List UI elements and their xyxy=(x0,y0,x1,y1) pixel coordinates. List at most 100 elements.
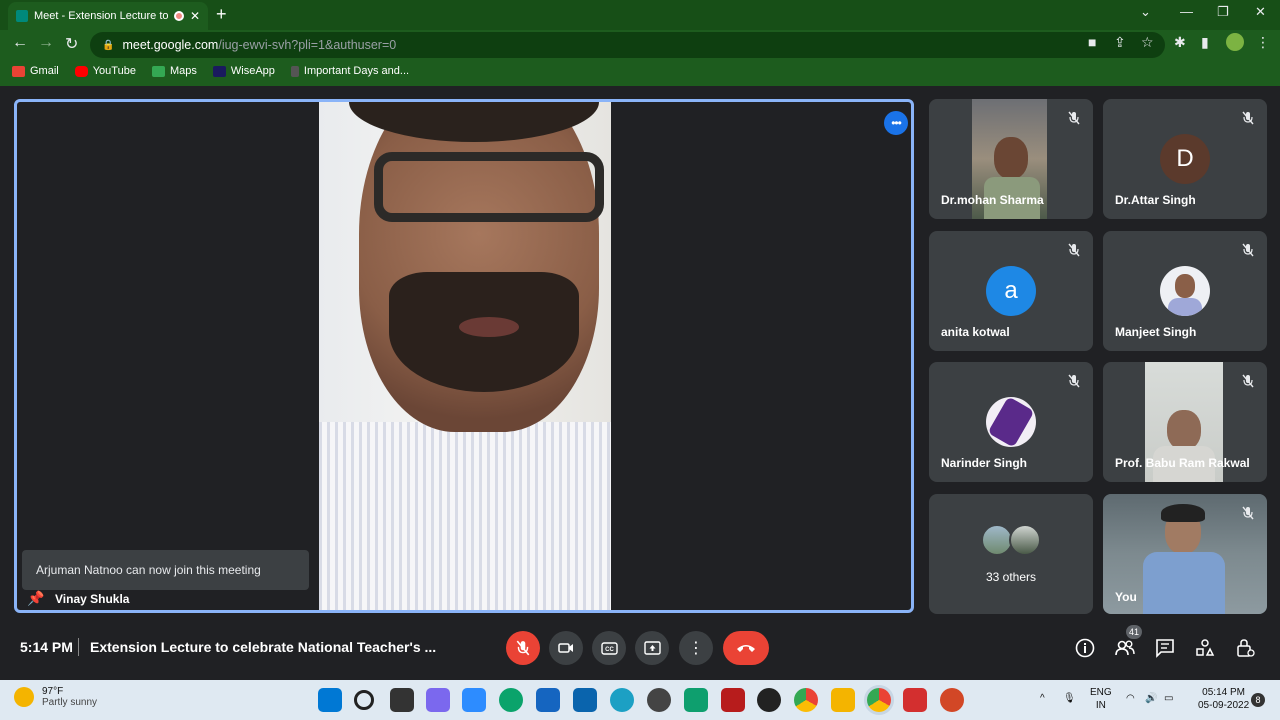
chat-icon[interactable] xyxy=(1154,637,1176,659)
chrome-icon[interactable] xyxy=(794,688,818,712)
participant-tile[interactable]: Prof. Babu Ram Rakwal xyxy=(1103,362,1267,482)
search-icon[interactable] xyxy=(354,690,374,710)
bookmark-star-icon[interactable]: ☆ xyxy=(1141,34,1154,51)
avatar xyxy=(986,397,1036,447)
task-view-icon[interactable] xyxy=(390,688,414,712)
recording-icon xyxy=(173,11,184,21)
maps-icon xyxy=(151,65,165,77)
present-icon xyxy=(643,641,661,655)
notification-badge[interactable]: 8 xyxy=(1251,693,1265,707)
mic-off-icon xyxy=(1242,374,1254,388)
chevron-down-icon[interactable]: ⌄ xyxy=(1140,4,1151,20)
more-options-icon[interactable]: ••• xyxy=(884,111,908,135)
others-count: 33 others xyxy=(985,570,1037,584)
meeting-time: 5:14 PM xyxy=(20,639,73,655)
acrobat-icon[interactable] xyxy=(903,688,927,712)
system-clock[interactable]: 05:14 PM 05-09-2022 xyxy=(1198,686,1249,712)
address-bar[interactable]: 🔒 meet.google.com/iug-ewvi-svh?pli=1&aut… xyxy=(90,32,1165,58)
weather-widget[interactable]: 97°F Partly sunny xyxy=(14,686,97,708)
gmail-icon xyxy=(12,65,25,77)
url-host: meet.google.com xyxy=(122,38,219,52)
meet-favicon-icon xyxy=(16,10,28,22)
extensions-icon[interactable]: ✱ xyxy=(1174,34,1186,51)
avatar xyxy=(1009,524,1041,556)
app-icon[interactable] xyxy=(610,688,634,712)
mail-icon[interactable] xyxy=(573,688,597,712)
new-tab-button[interactable]: + xyxy=(216,4,227,25)
powerpoint-icon[interactable] xyxy=(940,688,964,712)
present-screen-button[interactable] xyxy=(635,631,669,665)
chevron-up-icon[interactable]: ^ xyxy=(1040,692,1045,705)
profile-avatar[interactable] xyxy=(1226,33,1244,51)
activities-icon[interactable] xyxy=(1194,637,1216,659)
participant-tile[interactable]: a anita kotwal xyxy=(929,231,1093,351)
app-icon[interactable] xyxy=(647,688,671,712)
self-tile[interactable]: You xyxy=(1103,494,1267,614)
close-window-button[interactable]: ✕ xyxy=(1255,4,1266,20)
bookmark-youtube[interactable]: YouTube xyxy=(74,65,136,77)
wiseapp-icon xyxy=(212,65,226,77)
participant-tile[interactable]: Dr.mohan Sharma xyxy=(929,99,1093,219)
avatar: D xyxy=(1160,134,1210,184)
microphone-icon[interactable]: 🎙 xyxy=(1063,692,1076,705)
language-indicator[interactable]: ENG IN xyxy=(1090,686,1112,712)
obs-icon[interactable] xyxy=(757,688,781,712)
pin-icon[interactable]: 📌 xyxy=(27,590,44,607)
participant-count-badge: 41 xyxy=(1126,625,1142,639)
leave-call-button[interactable] xyxy=(723,631,769,665)
wifi-icon[interactable]: ◠ xyxy=(1126,692,1135,705)
bookmark-important-days[interactable]: Important Days and... xyxy=(290,65,409,77)
side-panel-icon[interactable]: ▮ xyxy=(1201,34,1209,51)
participant-tile[interactable]: Narinder Singh xyxy=(929,362,1093,482)
maximize-button[interactable]: ❐ xyxy=(1217,4,1229,20)
meeting-controls: 5:14 PM Extension Lecture to celebrate N… xyxy=(0,622,1280,676)
people-icon[interactable] xyxy=(1114,637,1136,659)
meeting-title: Extension Lecture to celebrate National … xyxy=(90,639,437,655)
share-icon[interactable]: ⇪ xyxy=(1114,34,1126,51)
menu-icon[interactable]: ⋮ xyxy=(1256,34,1270,51)
mic-toggle-button[interactable] xyxy=(506,631,540,665)
more-options-button[interactable]: ⋮ xyxy=(679,631,713,665)
windows-taskbar: 97°F Partly sunny ^ 🎙 ENG IN ◠ 🔊 ▭ 05:14… xyxy=(0,680,1280,720)
main-speaker-stage[interactable]: ••• Arjuman Natnoo can now join this mee… xyxy=(14,99,914,613)
battery-icon[interactable]: ▭ xyxy=(1164,692,1173,705)
close-tab-icon[interactable]: ✕ xyxy=(190,9,200,23)
edge-icon[interactable] xyxy=(499,688,523,712)
mic-off-icon xyxy=(1242,111,1254,125)
svg-text:CC: CC xyxy=(605,647,614,653)
teams-chat-icon[interactable] xyxy=(426,688,450,712)
minimize-button[interactable]: — xyxy=(1180,4,1193,19)
participant-name: Dr.mohan Sharma xyxy=(941,193,1044,207)
avatar: a xyxy=(986,266,1036,316)
app-icon[interactable] xyxy=(721,688,745,712)
store-icon[interactable] xyxy=(536,688,560,712)
toast-text: Arjuman Natnoo can now join this meeting xyxy=(36,563,261,577)
mic-off-icon xyxy=(1068,243,1080,257)
participant-name: Dr.Attar Singh xyxy=(1115,193,1196,207)
host-controls-icon[interactable] xyxy=(1234,637,1256,659)
bookmark-wiseapp[interactable]: WiseApp xyxy=(212,65,275,77)
zoom-icon[interactable] xyxy=(462,688,486,712)
participant-name: anita kotwal xyxy=(941,325,1010,339)
participant-tile[interactable]: Manjeet Singh xyxy=(1103,231,1267,351)
browser-toolbar: ← → ↻ 🔒 meet.google.com/iug-ewvi-svh?pli… xyxy=(0,30,1280,58)
forward-button[interactable]: → xyxy=(38,34,54,52)
participant-tile[interactable]: D Dr.Attar Singh xyxy=(1103,99,1267,219)
app-icon[interactable] xyxy=(684,688,708,712)
bookmark-maps[interactable]: Maps xyxy=(151,65,197,77)
camera-toggle-button[interactable] xyxy=(549,631,583,665)
file-explorer-icon[interactable] xyxy=(831,688,855,712)
windows-start-icon[interactable] xyxy=(318,688,342,712)
captions-button[interactable]: CC xyxy=(592,631,626,665)
volume-icon[interactable]: 🔊 xyxy=(1145,692,1157,705)
bookmark-gmail[interactable]: Gmail xyxy=(12,65,59,77)
info-icon[interactable] xyxy=(1074,637,1096,659)
back-button[interactable]: ← xyxy=(12,34,28,52)
chrome-active-icon[interactable] xyxy=(867,688,891,712)
camera-icon[interactable]: ■ xyxy=(1088,34,1096,50)
participant-name: Manjeet Singh xyxy=(1115,325,1197,339)
mic-off-icon xyxy=(1242,506,1254,520)
participant-tile-others[interactable]: 33 others xyxy=(929,494,1093,614)
reload-button[interactable]: ↻ xyxy=(65,34,78,54)
tab-meet[interactable]: Meet - Extension Lecture to c ✕ xyxy=(8,2,208,30)
